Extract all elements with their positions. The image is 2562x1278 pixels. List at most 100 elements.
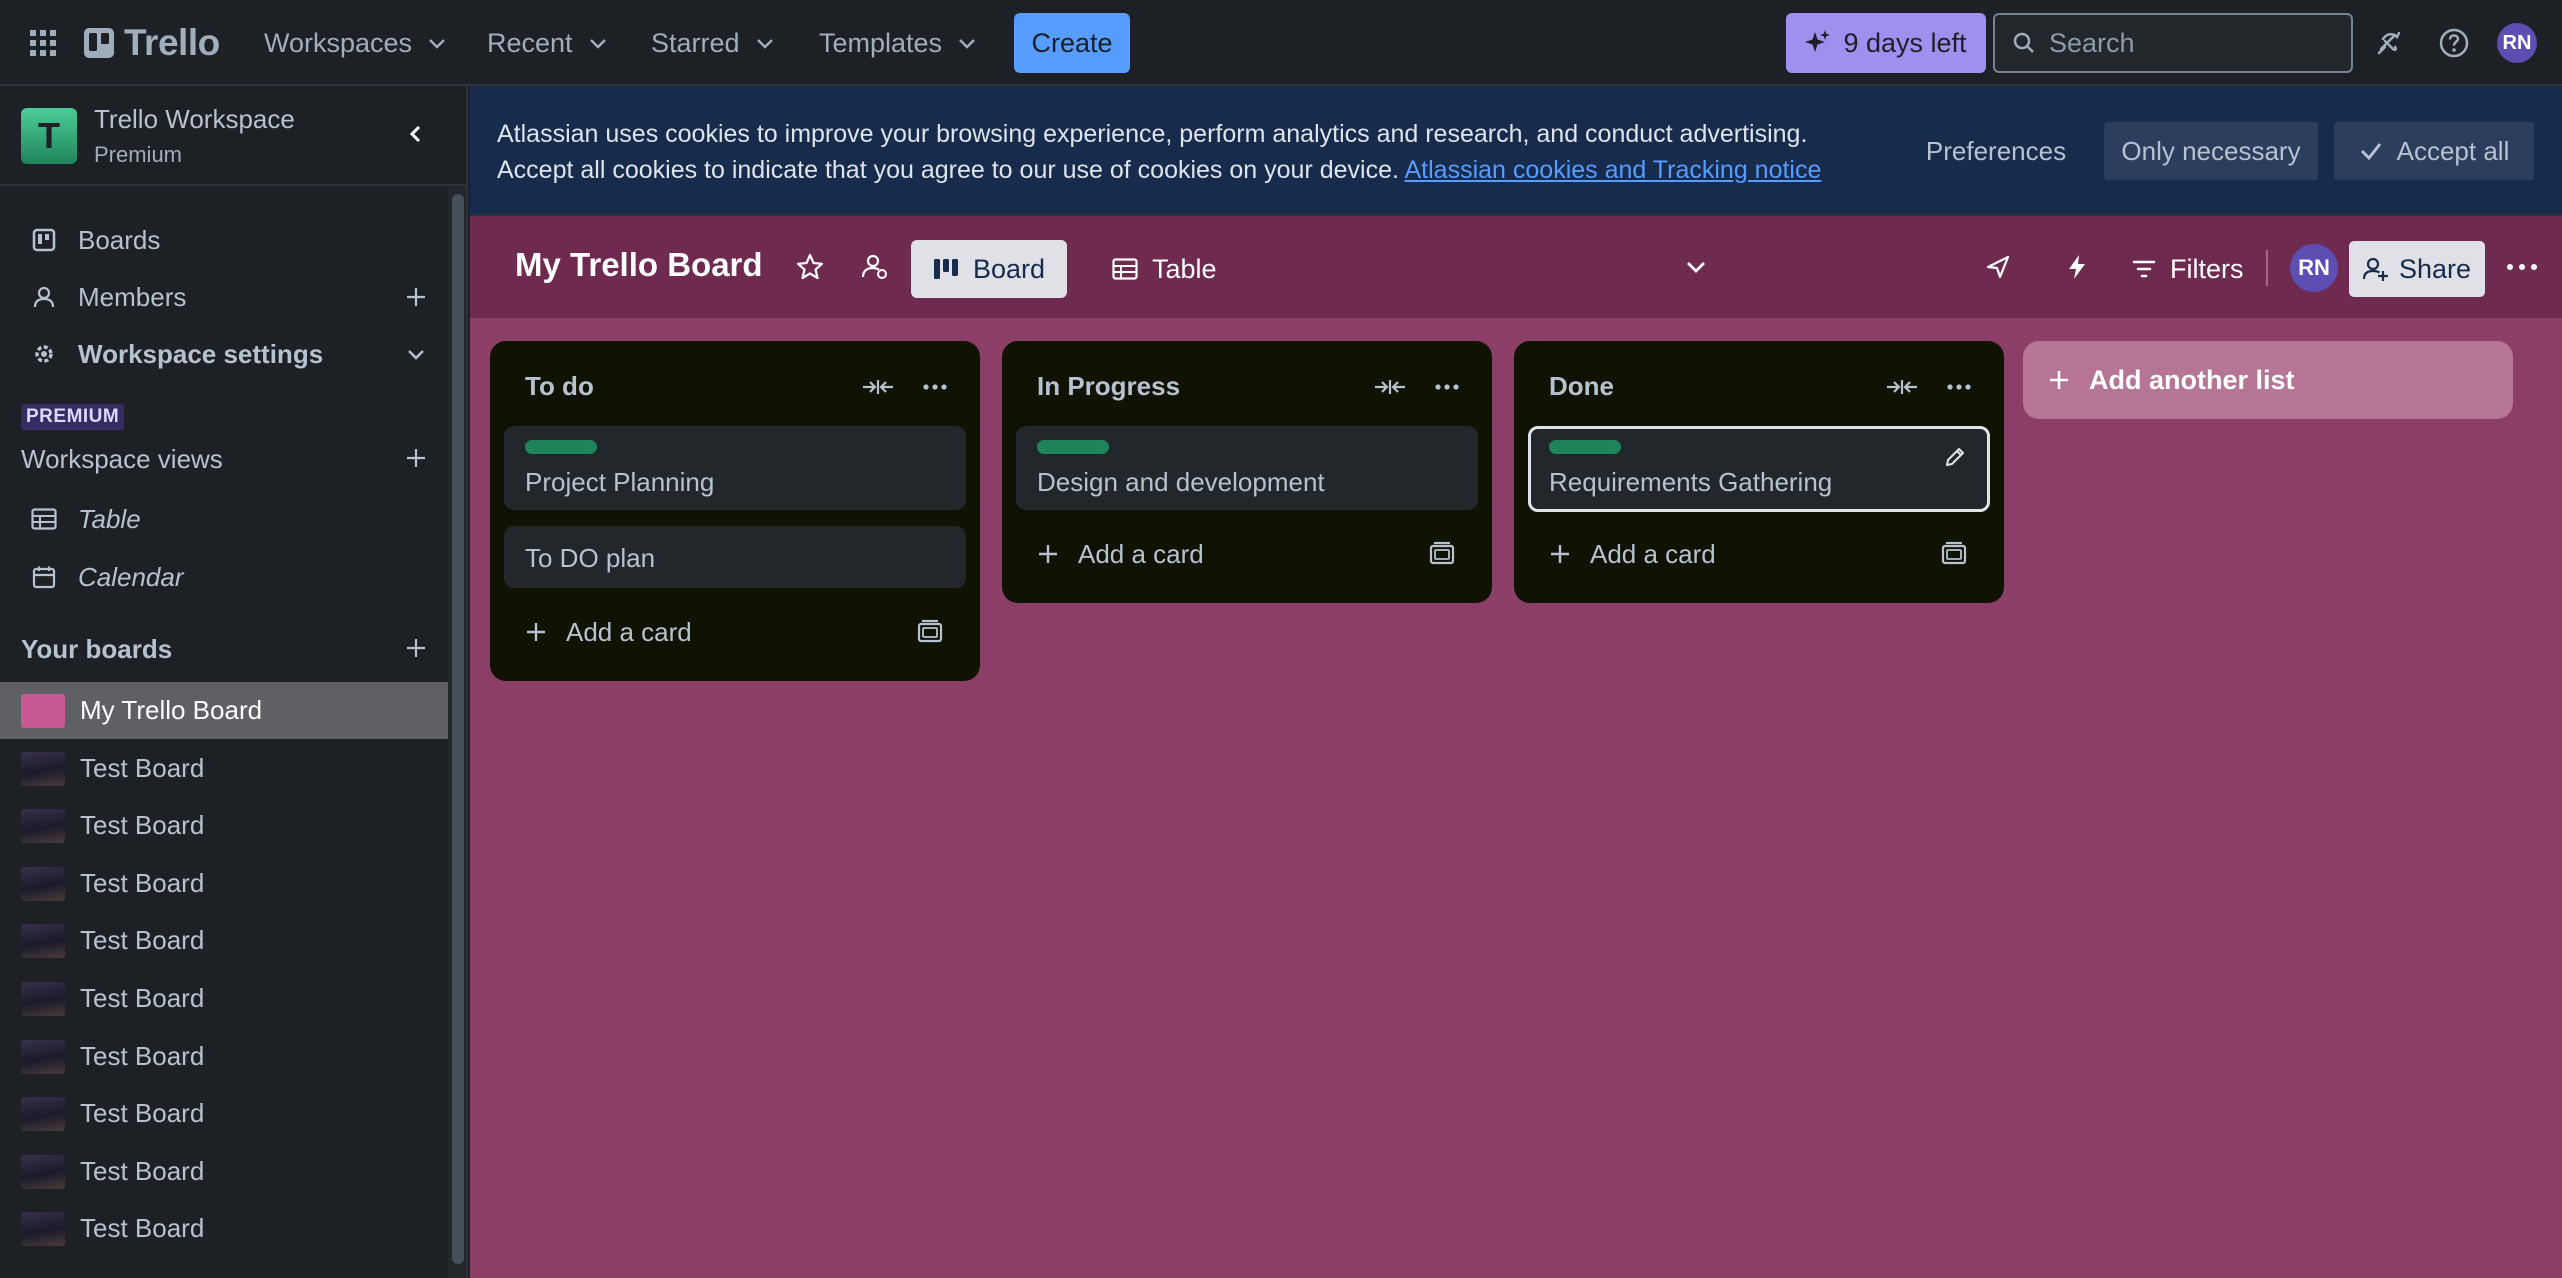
cookie-notice-link[interactable]: Atlassian cookies and Tracking notice (1405, 156, 1822, 184)
sidebar-board-test-board[interactable]: Test Board (0, 970, 448, 1027)
nav-templates[interactable]: Templates (805, 18, 992, 68)
board-name: Test Board (80, 983, 205, 1013)
collapse-list-icon[interactable] (858, 367, 898, 407)
card-label-green[interactable] (525, 440, 597, 454)
board-thumbnail (21, 866, 65, 901)
star-icon[interactable] (792, 249, 828, 285)
help-icon[interactable] (2433, 22, 2475, 64)
list-menu-icon[interactable] (1427, 367, 1467, 407)
nav-starred[interactable]: Starred (637, 18, 790, 68)
power-ups-icon[interactable] (1980, 249, 2016, 285)
app-switcher-icon[interactable] (26, 26, 60, 60)
collapse-list-icon[interactable] (1370, 367, 1410, 407)
nav-workspaces[interactable]: Workspaces (250, 18, 462, 68)
add-card-button[interactable]: Add a card (1016, 525, 1478, 583)
brand-name: Trello (124, 22, 220, 63)
card-template-icon[interactable] (1940, 540, 1968, 568)
sidebar-item-table-view[interactable]: Table (0, 491, 448, 547)
trial-button[interactable]: 9 days left (1786, 13, 1986, 73)
board-member-avatar[interactable]: RN (2290, 244, 2338, 292)
visibility-icon[interactable] (857, 249, 893, 285)
sidebar-item-boards[interactable]: Boards (0, 212, 448, 268)
list-menu-icon[interactable] (1939, 367, 1979, 407)
card-title: Design and development (1037, 467, 1325, 497)
sidebar-board-test-board[interactable]: Test Board (0, 1085, 448, 1142)
card-label-green[interactable] (1037, 440, 1109, 454)
create-button[interactable]: Create (1014, 13, 1130, 73)
card-design-and-development[interactable]: Design and development (1016, 426, 1478, 510)
automation-icon[interactable] (2059, 249, 2095, 285)
sidebar-board-test-board[interactable]: Test Board (0, 1200, 448, 1257)
plus-icon (527, 623, 545, 641)
sidebar-item-label: Calendar (78, 561, 184, 592)
board-name: Test Board (80, 925, 205, 955)
workspace-name[interactable]: Trello Workspace (94, 104, 295, 135)
board-thumbnail (21, 981, 65, 1016)
card-to-do-plan[interactable]: To DO plan (504, 526, 966, 588)
tab-board-view[interactable]: Board (911, 240, 1068, 298)
search-field[interactable] (1993, 13, 2353, 73)
sidebar-board-test-board[interactable]: Test Board (0, 912, 448, 969)
board-title[interactable]: My Trello Board (515, 246, 763, 284)
list-title[interactable]: Done (1549, 371, 1614, 402)
card-title: Project Planning (525, 467, 715, 497)
cookie-preferences-button[interactable]: Preferences (1916, 122, 2076, 180)
collapse-sidebar-button[interactable] (396, 114, 436, 154)
list-in-progress: In Progress Design and development Add a… (1002, 341, 1492, 603)
sidebar-board-my-trello-board[interactable]: My Trello Board (0, 682, 448, 739)
filters-button[interactable]: Filters (2132, 240, 2244, 298)
add-another-list-button[interactable]: Add another list (2023, 341, 2513, 419)
notifications-icon[interactable] (2368, 22, 2410, 64)
scrollbar-thumb[interactable] (452, 194, 464, 1264)
sidebar-scrollbar[interactable] (448, 186, 466, 1278)
workspace-views-title: Workspace views (21, 444, 223, 474)
trello-logo[interactable]: Trello (84, 20, 220, 66)
tab-table-view[interactable]: Table (1090, 240, 1239, 298)
card-label-green[interactable] (1549, 440, 1621, 454)
list-to-do: To do Project Planning To DO plan Add a … (490, 341, 980, 681)
add-member-icon[interactable] (396, 277, 436, 317)
sidebar-item-label: Members (78, 281, 187, 312)
sidebar-item-members[interactable]: Members (0, 269, 448, 325)
edit-pencil-icon[interactable] (1941, 443, 1969, 471)
accept-all-button[interactable]: Accept all (2334, 122, 2534, 180)
sidebar-item-workspace-settings[interactable]: Workspace settings (0, 326, 448, 382)
trial-label: 9 days left (1843, 27, 1967, 58)
board-thumbnail (21, 1211, 65, 1246)
workspace-logo: T (21, 108, 77, 164)
workspace-plan: Premium (94, 142, 183, 167)
sidebar-item-calendar-view[interactable]: Calendar (0, 549, 448, 605)
sparkle-icon (1805, 30, 1831, 52)
share-button[interactable]: Share (2349, 241, 2485, 297)
list-title[interactable]: To do (525, 371, 594, 402)
list-title[interactable]: In Progress (1037, 371, 1180, 402)
sidebar-board-test-board[interactable]: Test Board (0, 797, 448, 854)
add-card-button[interactable]: Add a card (1528, 525, 1990, 583)
nav-recent[interactable]: Recent (473, 18, 623, 68)
person-icon (30, 283, 58, 311)
card-project-planning[interactable]: Project Planning (504, 426, 966, 510)
sidebar-board-test-board[interactable]: Test Board (0, 1143, 448, 1200)
card-requirements-gathering[interactable]: Requirements Gathering (1528, 426, 1990, 512)
card-template-icon[interactable] (1428, 540, 1456, 568)
add-card-button[interactable]: Add a card (504, 603, 966, 661)
user-avatar[interactable]: RN (2497, 23, 2537, 63)
only-necessary-button[interactable]: Only necessary (2104, 122, 2318, 180)
add-board-icon[interactable] (396, 628, 436, 668)
collapse-list-icon[interactable] (1882, 367, 1922, 407)
more-views-chevron-icon[interactable] (1678, 249, 1714, 285)
sidebar-board-test-board[interactable]: Test Board (0, 740, 448, 797)
sidebar-item-label: Workspace settings (78, 338, 324, 369)
card-template-icon[interactable] (916, 618, 944, 646)
board-menu-icon[interactable] (2504, 249, 2540, 285)
sidebar-board-test-board[interactable]: Test Board (0, 855, 448, 912)
chevron-down-icon[interactable] (396, 334, 436, 374)
workspace-sidebar: T Trello Workspace Premium Boards Member… (0, 86, 468, 1278)
table-icon (30, 505, 58, 533)
list-menu-icon[interactable] (915, 367, 955, 407)
add-view-icon[interactable] (396, 438, 436, 478)
trello-logo-icon (84, 28, 114, 58)
search-input[interactable] (2049, 27, 2329, 59)
sidebar-board-test-board[interactable]: Test Board (0, 1028, 448, 1085)
table-icon (1112, 258, 1138, 280)
